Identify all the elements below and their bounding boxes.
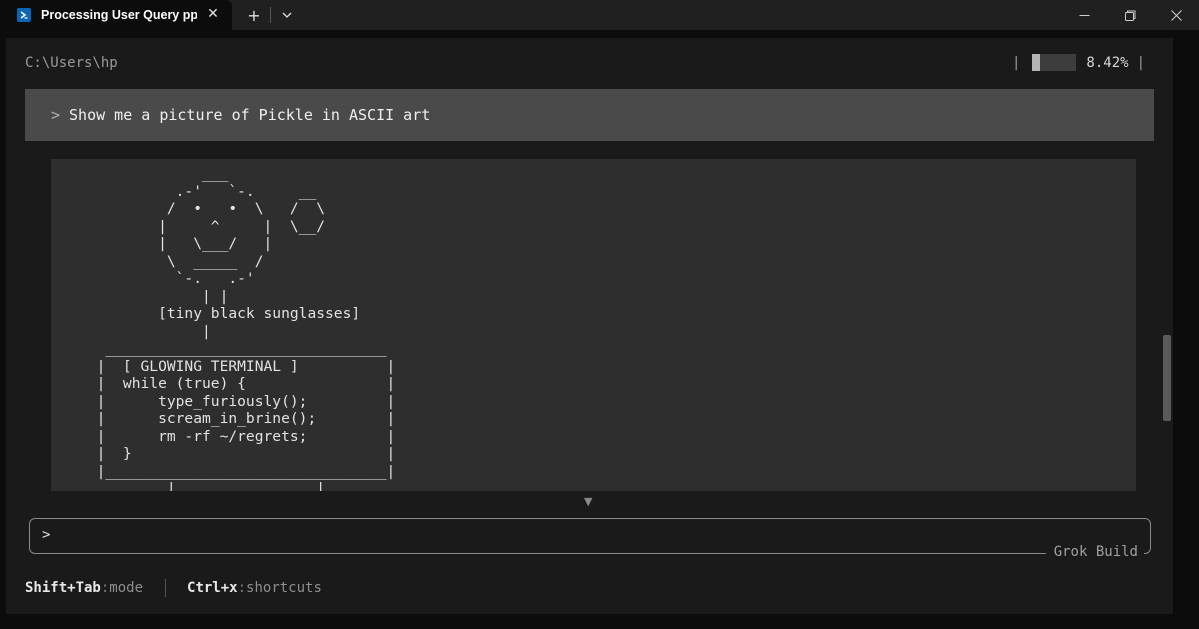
hint-key-mode: Shift+Tab bbox=[25, 580, 101, 596]
window-controls bbox=[1061, 0, 1199, 30]
tab-title: Processing User Query ppppp bbox=[41, 8, 197, 22]
new-tab-label: + bbox=[247, 5, 261, 25]
hint-desc-mode: mode bbox=[109, 580, 144, 596]
new-tab-button[interactable]: + bbox=[238, 0, 270, 30]
terminal-pane[interactable]: C:\Users\hp | 8.42% | > Show me a pictur… bbox=[6, 38, 1173, 614]
usage-meter bbox=[1032, 54, 1077, 71]
close-window-icon[interactable] bbox=[1153, 0, 1199, 30]
user-message: > Show me a picture of Pickle in ASCII a… bbox=[25, 89, 1154, 141]
hint-divider bbox=[165, 579, 167, 597]
scroll-down-icon[interactable]: ▼ bbox=[584, 495, 592, 508]
user-message-text: Show me a picture of Pickle in ASCII art bbox=[69, 106, 431, 124]
chat-input[interactable]: > Grok Build bbox=[29, 518, 1151, 560]
powershell-icon bbox=[17, 8, 31, 22]
ascii-art: ___ .-' `-. __ / • • \ / \ | ^ | \__/ | … bbox=[96, 165, 396, 491]
scrollbar-thumb[interactable] bbox=[1163, 335, 1171, 421]
close-tab-icon[interactable]: ✕ bbox=[206, 7, 220, 21]
context-usage: | 8.42% | bbox=[1004, 54, 1153, 71]
status-divider-left: | bbox=[1011, 54, 1021, 71]
status-divider-right: | bbox=[1136, 54, 1145, 71]
restore-icon[interactable] bbox=[1107, 0, 1153, 30]
assistant-output: ___ .-' `-. __ / • • \ / \ | ^ | \__/ | … bbox=[51, 159, 1136, 491]
title-bar: Processing User Query ppppp ✕ + bbox=[0, 0, 1199, 30]
terminal-tab[interactable]: Processing User Query ppppp ✕ bbox=[0, 0, 232, 30]
input-caret: > bbox=[42, 527, 51, 543]
input-label: Grok Build bbox=[1035, 544, 1144, 560]
chevron-down-icon[interactable] bbox=[271, 0, 303, 30]
minimize-icon[interactable] bbox=[1061, 0, 1107, 30]
hint-key-shortcuts: Ctrl+x bbox=[187, 580, 238, 596]
usage-meter-fill bbox=[1032, 54, 1041, 71]
hint-colon: : bbox=[237, 580, 247, 596]
prompt-caret: > bbox=[51, 106, 61, 124]
hint-desc-shortcuts: shortcuts bbox=[246, 580, 322, 596]
usage-percent: 8.42% bbox=[1086, 54, 1129, 71]
scrollbar[interactable] bbox=[1163, 89, 1171, 492]
hint-colon: : bbox=[100, 580, 110, 596]
shortcut-hints: Shift+Tab: mode Ctrl+x: shortcuts bbox=[25, 579, 322, 597]
current-directory: C:\Users\hp bbox=[25, 55, 118, 71]
